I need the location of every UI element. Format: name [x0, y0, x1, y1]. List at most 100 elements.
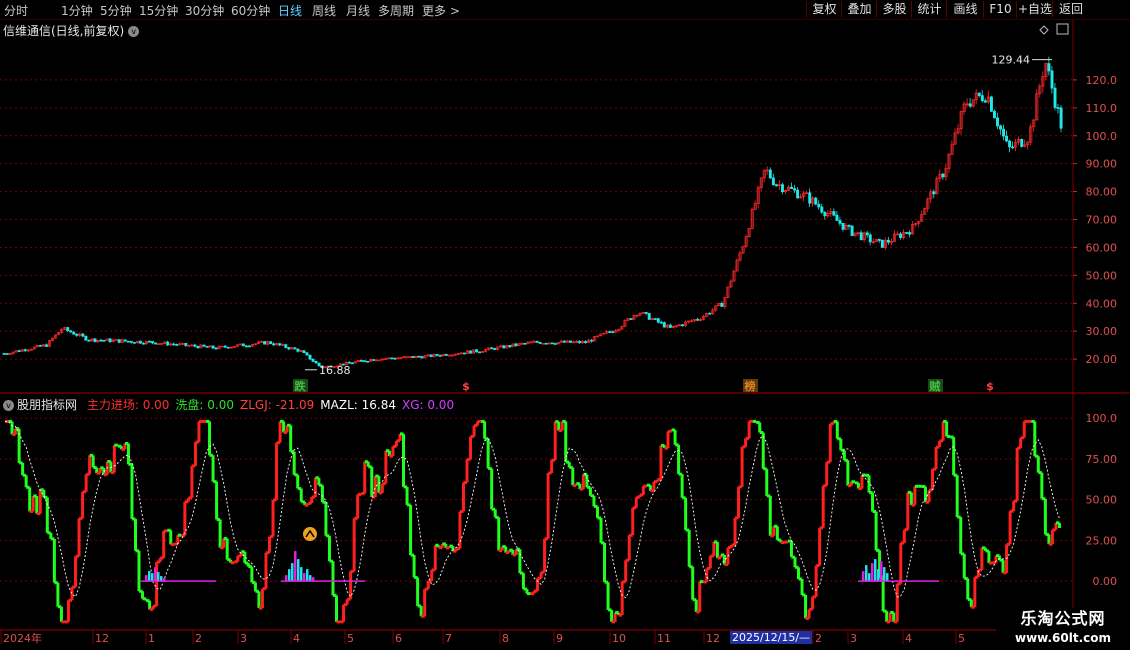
indicator-title[interactable]: v 股朋指标网 主力进场: 0.00 洗盘: 0.00 ZLGJ: -21.09 MAZ… — [3, 396, 460, 413]
candle-body — [859, 232, 863, 241]
candle-body — [502, 345, 506, 349]
candle-body — [435, 353, 439, 356]
candle-body — [656, 318, 660, 323]
candle-body — [793, 188, 797, 191]
tab-6[interactable]: 日线 — [278, 2, 302, 19]
candle-body — [608, 331, 612, 333]
candle-body — [123, 339, 127, 342]
histogram-bar — [883, 567, 886, 582]
candle-body — [226, 346, 230, 349]
candle-body — [847, 224, 851, 227]
candle-body — [108, 338, 112, 343]
candle-body — [968, 103, 972, 107]
candle-body — [708, 312, 712, 315]
candle-body — [196, 345, 200, 349]
candle-body — [932, 191, 936, 195]
candle-body — [81, 333, 85, 337]
candle-body — [529, 341, 533, 344]
candle-body — [172, 343, 176, 346]
candle-body — [808, 192, 812, 204]
tab-1[interactable]: 1分钟 — [61, 2, 93, 19]
stock-title[interactable]: 信维通信(日线,前复权) v — [3, 22, 140, 39]
toolbar-button-7[interactable]: 返回 — [1052, 1, 1089, 18]
candle-body — [284, 344, 288, 348]
histogram-bar — [148, 571, 151, 582]
histogram-bar — [300, 567, 303, 582]
candle-body — [205, 345, 209, 348]
candle-body — [278, 343, 282, 346]
candle-body — [989, 96, 993, 112]
candle-body — [771, 177, 775, 186]
toolbar-button-5[interactable]: F10 — [983, 1, 1017, 18]
histogram-bar — [868, 573, 871, 582]
tab-8[interactable]: 月线 — [346, 2, 370, 19]
candle-body — [544, 342, 548, 345]
candle-body — [1011, 146, 1015, 149]
candle-body — [363, 360, 366, 362]
date-label: 4 — [293, 632, 300, 645]
tab-5[interactable]: 60分钟 — [231, 2, 270, 19]
candle-body — [411, 356, 415, 358]
candle-body — [838, 220, 842, 224]
candle-body — [720, 303, 724, 307]
candle-body — [490, 347, 494, 350]
price-axis-label: 70.00 — [1086, 214, 1118, 227]
candle-body — [662, 322, 666, 328]
candle-body — [1005, 135, 1009, 142]
candle-body — [774, 184, 778, 187]
chart-canvas[interactable]: 120.0110.0100.090.0080.0070.0060.0050.00… — [0, 0, 1130, 650]
price-axis-label: 90.00 — [1086, 158, 1118, 171]
toolbar-button-4[interactable]: 画线 — [946, 1, 984, 18]
candle-body — [796, 189, 800, 199]
tab-9[interactable]: 多周期 — [378, 2, 414, 19]
price-axis-label: 50.00 — [1086, 269, 1118, 282]
toolbar-button-1[interactable]: 叠加 — [841, 1, 877, 18]
tab-0[interactable]: 分时 — [4, 2, 28, 19]
candle-body — [151, 341, 154, 344]
candle-body — [366, 360, 370, 363]
tab-3[interactable]: 15分钟 — [139, 2, 178, 19]
candle-body — [66, 327, 70, 332]
watermark: 乐淘公式网 www.60lt.com — [996, 608, 1130, 650]
tab-10[interactable]: 更多 > — [422, 2, 460, 19]
date-label: 8 — [502, 632, 509, 645]
candle-body — [193, 344, 197, 347]
candle-body — [835, 214, 839, 221]
candle-body — [462, 352, 466, 355]
candle-body — [584, 341, 588, 343]
candle-body — [84, 335, 88, 341]
candle-body — [568, 340, 572, 343]
candle-body — [75, 333, 79, 336]
candle-body — [983, 100, 987, 103]
candle-body — [868, 234, 872, 243]
window-icon — [1056, 23, 1069, 35]
candle-body — [184, 343, 188, 346]
signal-badge: 贼 — [929, 379, 941, 393]
tab-4[interactable]: 30分钟 — [185, 2, 224, 19]
toolbar-button-2[interactable]: 多股 — [876, 1, 912, 18]
candle-body — [696, 319, 700, 321]
toolbar-button-3[interactable]: 统计 — [911, 1, 947, 18]
histogram-bar — [154, 567, 157, 582]
candle-body — [908, 232, 912, 235]
candle-body — [138, 340, 142, 344]
candle-body — [272, 343, 276, 346]
candle-body — [886, 239, 890, 243]
price-axis-label: 30.00 — [1086, 325, 1118, 338]
tab-7[interactable]: 周线 — [312, 2, 336, 19]
candle-body — [126, 340, 130, 343]
candle-body — [817, 203, 821, 208]
candle-body — [681, 324, 684, 327]
toolbar-button-6[interactable]: +自选 — [1016, 1, 1053, 18]
indicator-axis-label: 75.00 — [1086, 453, 1118, 466]
price-axis-label: 120.0 — [1086, 74, 1118, 87]
chevron-down-icon[interactable]: v — [3, 400, 14, 411]
candle-body — [493, 347, 497, 350]
date-label: 5 — [958, 632, 965, 645]
histogram-bar — [145, 575, 148, 582]
toolbar-button-0[interactable]: 复权 — [806, 1, 842, 18]
chevron-down-icon[interactable]: v — [128, 26, 140, 37]
histogram-bar — [288, 569, 291, 582]
candle-body — [420, 356, 424, 359]
tab-2[interactable]: 5分钟 — [100, 2, 132, 19]
